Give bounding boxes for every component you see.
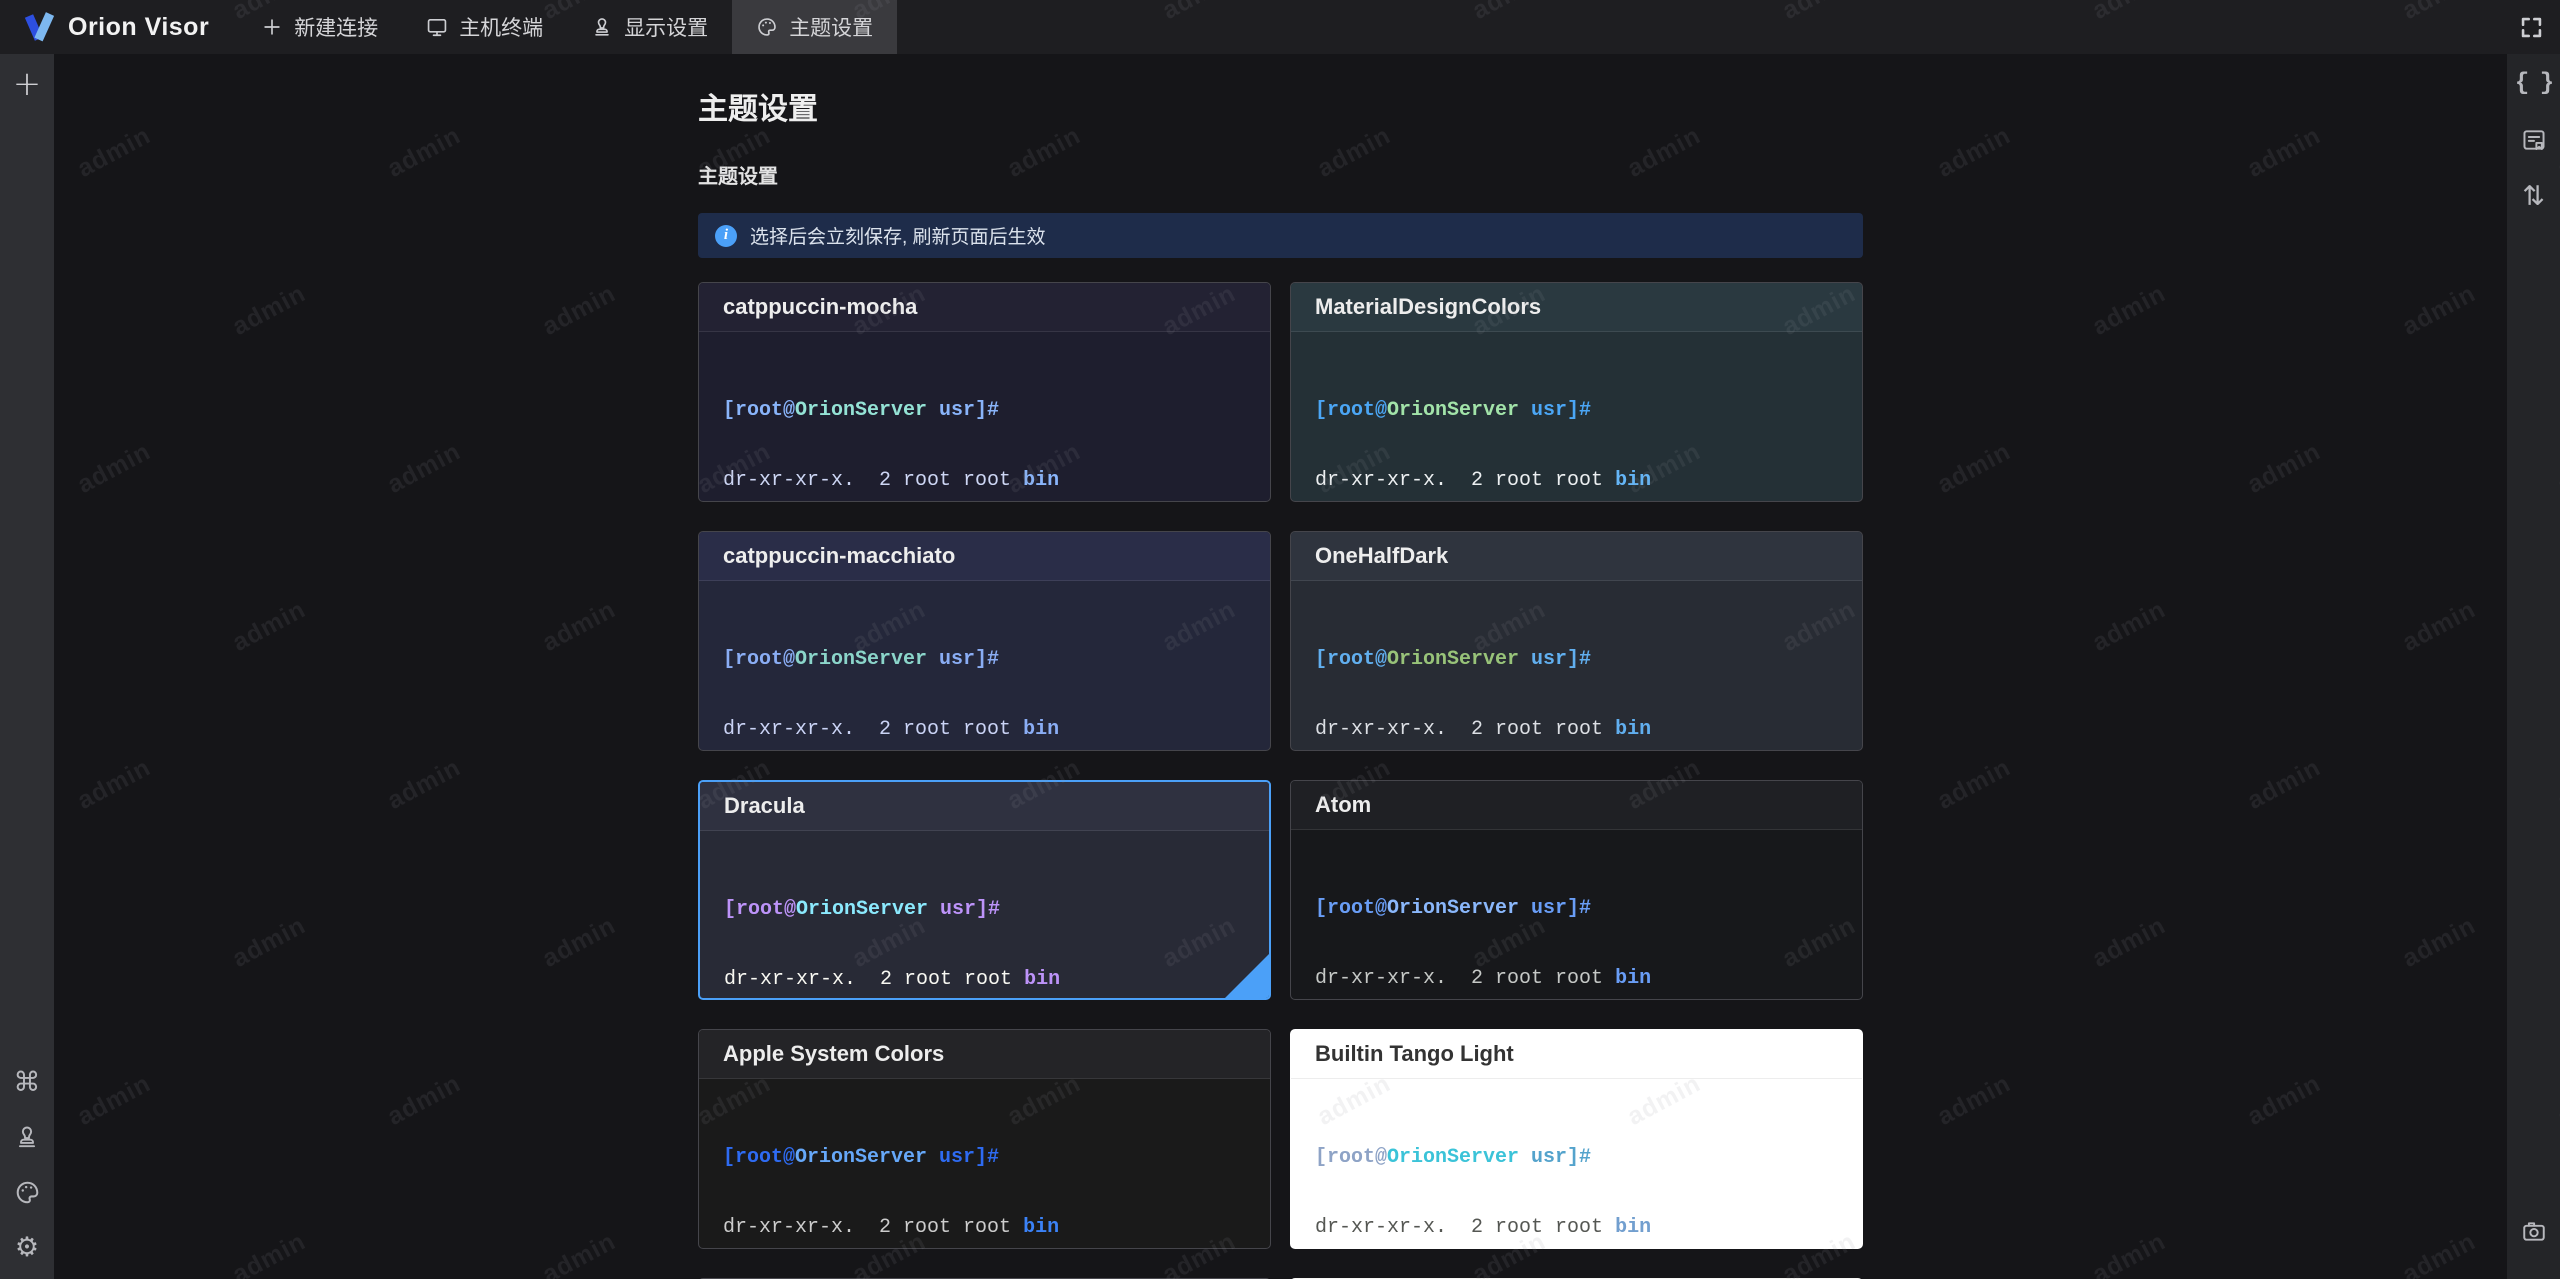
stamp-icon — [18, 1126, 36, 1148]
info-icon: i — [715, 224, 737, 247]
theme-name: catppuccin-mocha — [723, 294, 918, 319]
main-panel: 主题设置 主题设置 i 选择后会立刻保存, 刷新页面后生效 catppuccin… — [54, 54, 2507, 1279]
orion-visor-logo-icon — [24, 12, 55, 42]
settings-button[interactable]: ⚙ — [7, 1227, 47, 1267]
check-icon: ✓ — [1269, 975, 1271, 996]
theme-terminal-preview: [root@OrionServer usr]# dr-xr-xr-x. 2 ro… — [1291, 830, 1862, 999]
left-sidebar-bottom: ⌘ ⚙ — [7, 1062, 47, 1279]
tab-host-terminal[interactable]: 主机终端 — [402, 0, 567, 54]
theme-card-header: catppuccin-macchiato — [699, 532, 1270, 581]
theme-name: OneHalfDark — [1315, 543, 1449, 568]
fullscreen-button[interactable] — [2503, 0, 2560, 54]
braces-icon: { } — [2514, 70, 2554, 97]
tab-new-connection[interactable]: 新建连接 — [237, 0, 402, 54]
tab-label: 主机终端 — [459, 17, 544, 40]
tab-display-settings[interactable]: 显示设置 — [567, 0, 732, 54]
theme-terminal-preview: [root@OrionServer usr]# dr-xr-xr-x. 2 ro… — [1291, 332, 1862, 501]
top-tabs: 新建连接 主机终端 显示设置 主题设置 — [237, 0, 898, 54]
page-title: 主题设置 — [698, 93, 818, 126]
theme-card-header: MaterialDesignColors — [1291, 283, 1862, 332]
theme-terminal-preview: [root@OrionServer usr]# dr-xr-xr-x. 2 ro… — [1315, 1146, 1652, 1240]
variables-button[interactable]: { } — [2514, 64, 2554, 104]
theme-name: Builtin Tango Light — [1315, 1041, 1514, 1066]
section-title: 主题设置 — [698, 166, 778, 188]
theme-card-onehalfdark[interactable]: OneHalfDark [root@OrionServer usr]# dr-x… — [1290, 531, 1863, 751]
screenshot-button[interactable] — [2514, 1211, 2554, 1251]
command-snippets-button[interactable] — [2514, 120, 2554, 160]
theme-terminal-preview: [root@OrionServer usr]# dr-xr-xr-x. 2 ro… — [699, 581, 1270, 750]
tab-label: 新建连接 — [294, 17, 379, 40]
theme-settings-button[interactable] — [7, 1172, 47, 1212]
plus-icon — [264, 19, 280, 35]
doc-bookmark-icon — [2522, 130, 2545, 150]
theme-card-header: Apple System Colors — [699, 1030, 1270, 1079]
sort-arrows-icon: ⇅ — [2522, 180, 2545, 212]
right-sidebar-bottom — [2514, 1211, 2554, 1279]
brand-name: Orion Visor — [68, 12, 210, 41]
selected-corner: ✓ — [1225, 954, 1269, 998]
theme-card-catppuccin-mocha[interactable]: catppuccin-mocha [root@OrionServer usr]#… — [698, 282, 1271, 502]
monitor-icon — [427, 19, 447, 37]
theme-card-atom[interactable]: Atom [root@OrionServer usr]# dr-xr-xr-x.… — [1290, 780, 1863, 1000]
transfer-button[interactable]: ⇅ — [2514, 176, 2554, 216]
tab-theme-settings[interactable]: 主题设置 — [732, 0, 898, 54]
new-connection-button[interactable]: + — [7, 64, 47, 104]
gear-icon: ⚙ — [14, 1231, 40, 1263]
theme-card-builtin-tango-light[interactable]: Builtin Tango Light [root@OrionServer us… — [1290, 1029, 1863, 1249]
theme-card-header: Dracula — [700, 782, 1269, 831]
left-sidebar: + ⌘ ⚙ — [0, 54, 54, 1279]
theme-card-materialdesigncolors[interactable]: MaterialDesignColors [root@OrionServer u… — [1290, 282, 1863, 502]
notice-text: 选择后会立刻保存, 刷新页面后生效 — [750, 227, 1046, 248]
brand: Orion Visor — [0, 0, 209, 54]
theme-name: MaterialDesignColors — [1315, 294, 1542, 319]
theme-card-header: OneHalfDark — [1291, 532, 1862, 581]
tab-label: 显示设置 — [624, 17, 709, 40]
notice-banner: i 选择后会立刻保存, 刷新页面后生效 — [698, 213, 1863, 258]
plus-icon: + — [12, 64, 42, 104]
palette-icon — [16, 1181, 38, 1203]
fullscreen-icon — [2521, 17, 2542, 37]
theme-card-header: catppuccin-mocha — [699, 283, 1270, 332]
top-bar: Orion Visor 新建连接 主机终端 显示设置 主题设置 — [0, 0, 2560, 54]
theme-name: Apple System Colors — [723, 1041, 945, 1066]
theme-terminal-preview: [root@OrionServer usr]# dr-xr-xr-x. 2 ro… — [700, 831, 1269, 998]
display-settings-button[interactable] — [7, 1117, 47, 1157]
theme-card-header: Builtin Tango Light — [1291, 1030, 1862, 1079]
camera-icon — [2522, 1222, 2545, 1241]
theme-name: Dracula — [724, 793, 805, 818]
command-icon: ⌘ — [13, 1066, 41, 1098]
theme-terminal-preview: [root@OrionServer usr]# dr-xr-xr-x. 2 ro… — [699, 332, 1270, 501]
theme-terminal-preview: [root@OrionServer usr]# dr-xr-xr-x. 2 ro… — [1291, 581, 1862, 750]
palette-icon — [758, 18, 776, 36]
theme-card-header: Atom — [1291, 781, 1862, 830]
shortcut-keys-button[interactable]: ⌘ — [7, 1062, 47, 1102]
theme-name: catppuccin-macchiato — [723, 543, 956, 568]
theme-card-dracula[interactable]: Dracula [root@OrionServer usr]# dr-xr-xr… — [698, 780, 1271, 1000]
right-sidebar-top: { } ⇅ — [2514, 64, 2554, 216]
tab-label: 主题设置 — [789, 17, 874, 40]
theme-card-catppuccin-macchiato[interactable]: catppuccin-macchiato [root@OrionServer u… — [698, 531, 1271, 751]
theme-name: Atom — [1315, 792, 1372, 817]
theme-card-grid: catppuccin-mocha [root@OrionServer usr]#… — [698, 282, 1863, 1279]
right-sidebar: { } ⇅ — [2507, 54, 2560, 1279]
theme-terminal-preview: [root@OrionServer usr]# dr-xr-xr-x. 2 ro… — [723, 1146, 1060, 1240]
stamp-icon — [595, 18, 609, 36]
theme-card-apple-system-colors[interactable]: Apple System Colors [root@OrionServer us… — [698, 1029, 1271, 1249]
